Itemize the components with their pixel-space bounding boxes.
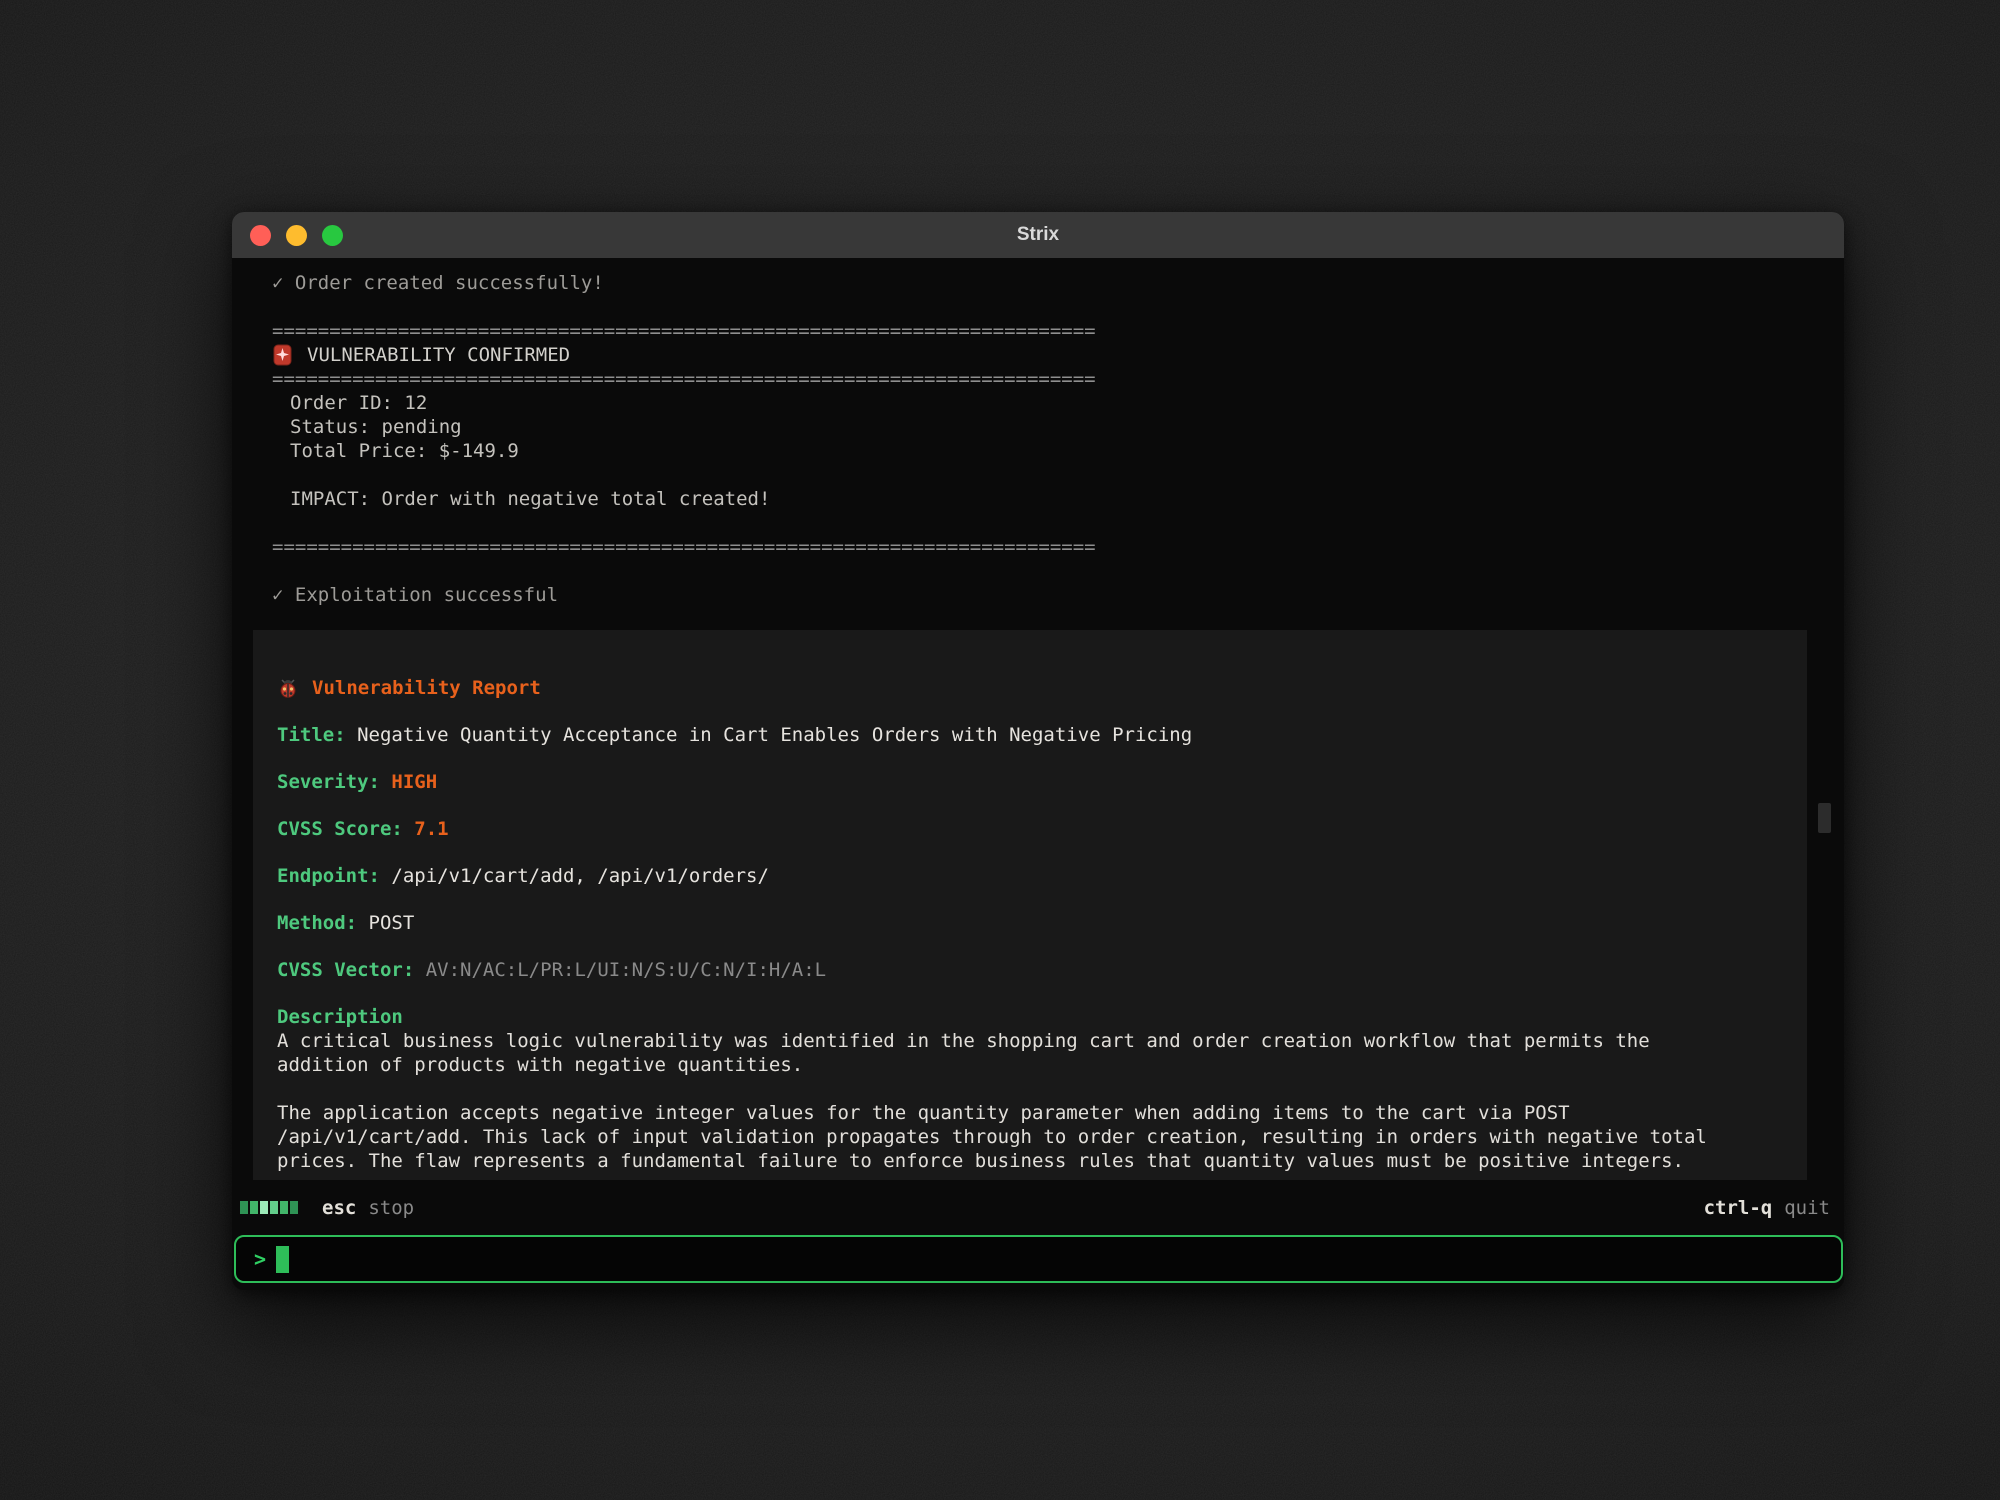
ctrl-q-key: ctrl-q (1704, 1197, 1773, 1219)
command-input[interactable]: > (234, 1235, 1843, 1283)
window-title: Strix (232, 224, 1844, 246)
spinner-square (270, 1201, 278, 1214)
description-paragraph: A critical business logic vulnerability … (277, 1029, 1727, 1077)
footer-keybar: escstop ctrl-q quit (232, 1180, 1844, 1235)
spinner (240, 1201, 298, 1214)
field-title: Title: Negative Quantity Acceptance in C… (277, 723, 1783, 747)
banner-title: VULNERABILITY CONFIRMED (307, 343, 570, 367)
scrollbar-thumb[interactable] (1818, 803, 1831, 833)
stop-binding[interactable]: escstop (322, 1197, 414, 1219)
separator: ========================================… (272, 319, 1808, 343)
description-heading: Description (277, 1005, 1783, 1029)
field-severity: Severity: HIGH (277, 770, 1783, 794)
bug-icon (277, 677, 299, 699)
spinner-square (240, 1201, 248, 1214)
check-icon: ✓ (272, 584, 283, 606)
quit-binding[interactable]: ctrl-q quit (1704, 1197, 1830, 1219)
text-cursor (276, 1246, 289, 1273)
spinner-square (260, 1201, 268, 1214)
titlebar: Strix (232, 212, 1844, 258)
description-body: A critical business logic vulnerability … (277, 1029, 1783, 1173)
prompt-chevron: > (254, 1247, 266, 1271)
spinner-square (280, 1201, 288, 1214)
total-price-line: Total Price: $-149.9 (272, 439, 1808, 463)
field-cvss-score: CVSS Score: 7.1 (277, 817, 1783, 841)
stop-action-label: stop (368, 1197, 414, 1219)
separator: ========================================… (272, 367, 1808, 391)
vulnerability-confirmed-banner: VULNERABILITY CONFIRMED (272, 343, 1808, 367)
separator: ========================================… (272, 535, 1808, 559)
check-icon: ✓ (272, 272, 283, 294)
description-paragraph: The application accepts negative integer… (277, 1101, 1727, 1173)
order-id-line: Order ID: 12 (272, 391, 1808, 415)
vulnerability-report-panel[interactable]: Vulnerability Report Title: Negative Qua… (253, 630, 1807, 1180)
exploitation-line: ✓ Exploitation successful (272, 583, 1808, 607)
strix-terminal-window: Strix ✓ Order created successfully! ====… (232, 212, 1844, 1290)
field-cvss-vector: CVSS Vector: AV:N/AC:L/PR:L/UI:N/S:U/C:N… (277, 958, 1783, 982)
report-heading: Vulnerability Report (277, 676, 1783, 700)
status-line: Status: pending (272, 415, 1808, 439)
spinner-square (290, 1201, 298, 1214)
field-endpoint: Endpoint: /api/v1/cart/add, /api/v1/orde… (277, 864, 1783, 888)
esc-key: esc (322, 1197, 356, 1219)
spinner-square (250, 1201, 258, 1214)
quit-action-label: quit (1784, 1197, 1830, 1219)
report-title: Vulnerability Report (312, 676, 541, 700)
terminal-output: ✓ Order created successfully! ==========… (232, 258, 1844, 1180)
field-method: Method: POST (277, 911, 1783, 935)
severity-badge: HIGH (391, 771, 437, 793)
log-block: ✓ Order created successfully! ==========… (253, 271, 1808, 607)
siren-icon (272, 343, 293, 367)
order-created-line: ✓ Order created successfully! (272, 271, 1808, 295)
impact-line: IMPACT: Order with negative total create… (272, 487, 1808, 511)
